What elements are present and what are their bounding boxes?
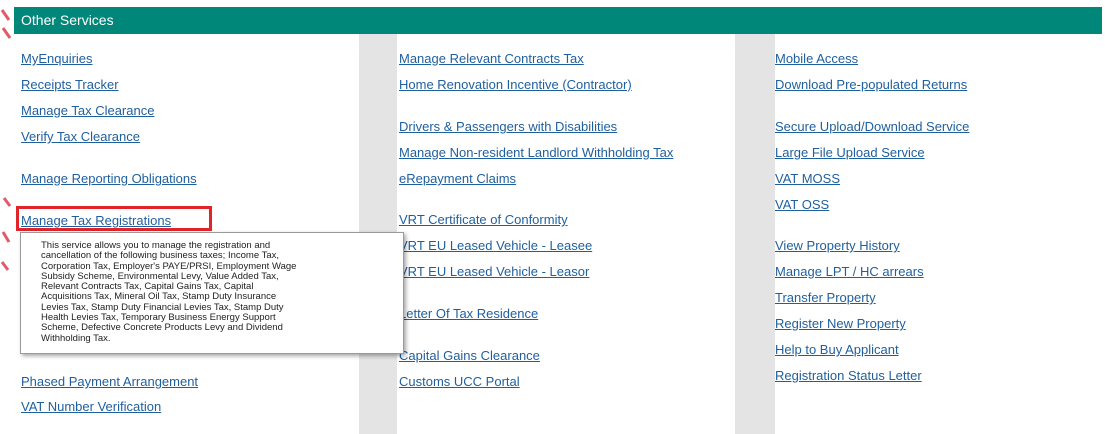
services-column-2: Manage Relevant Contracts Tax Home Renov… [397, 34, 735, 431]
link-myenquiries[interactable]: MyEnquiries [21, 51, 93, 67]
link-letter-of-tax-residence[interactable]: Letter Of Tax Residence [399, 306, 538, 322]
link-register-new-property[interactable]: Register New Property [775, 316, 906, 332]
services-column-3: Mobile Access Download Pre-populated Ret… [775, 34, 1102, 431]
link-drivers-passengers-disabilities[interactable]: Drivers & Passengers with Disabilities [399, 119, 617, 135]
tooltip-line: Withholding Tax. [41, 332, 111, 344]
link-erepayment-claims[interactable]: eRepayment Claims [399, 171, 516, 187]
link-capital-gains-clearance[interactable]: Capital Gains Clearance [399, 348, 540, 364]
link-secure-upload-download[interactable]: Secure Upload/Download Service [775, 119, 969, 135]
link-home-renovation-incentive[interactable]: Home Renovation Incentive (Contractor) [399, 77, 632, 93]
link-manage-tax-clearance[interactable]: Manage Tax Clearance [21, 103, 154, 119]
link-phased-payment-arrangement[interactable]: Phased Payment Arrangement [21, 374, 198, 390]
link-verify-tax-clearance[interactable]: Verify Tax Clearance [21, 129, 140, 145]
other-services-panel: Other Services MyEnquiries Receipts Trac… [14, 7, 1102, 434]
link-manage-relevant-contracts-tax[interactable]: Manage Relevant Contracts Tax [399, 51, 584, 67]
column-divider [735, 34, 775, 434]
tooltip-manage-tax-registrations: This service allows you to manage the re… [20, 232, 404, 354]
link-transfer-property[interactable]: Transfer Property [775, 290, 876, 306]
link-vat-oss[interactable]: VAT OSS [775, 197, 829, 213]
link-mobile-access[interactable]: Mobile Access [775, 51, 858, 67]
link-manage-reporting-obligations[interactable]: Manage Reporting Obligations [21, 171, 197, 187]
link-customs-ucc-portal[interactable]: Customs UCC Portal [399, 374, 520, 390]
link-registration-status-letter[interactable]: Registration Status Letter [775, 368, 922, 384]
link-download-prepopulated-returns[interactable]: Download Pre-populated Returns [775, 77, 967, 93]
link-manage-tax-registrations[interactable]: Manage Tax Registrations [21, 213, 171, 229]
link-vrt-eu-leased-leasor[interactable]: VRT EU Leased Vehicle - Leasor [399, 264, 589, 280]
link-vat-moss[interactable]: VAT MOSS [775, 171, 840, 187]
link-view-property-history[interactable]: View Property History [775, 238, 900, 254]
link-vrt-eu-leased-leasee[interactable]: VRT EU Leased Vehicle - Leasee [399, 238, 592, 254]
link-receipts-tracker[interactable]: Receipts Tracker [21, 77, 119, 93]
link-vrt-certificate-conformity[interactable]: VRT Certificate of Conformity [399, 212, 568, 228]
link-vat-number-verification[interactable]: VAT Number Verification [21, 399, 161, 415]
link-help-to-buy-applicant[interactable]: Help to Buy Applicant [775, 342, 899, 358]
link-large-file-upload[interactable]: Large File Upload Service [775, 145, 925, 161]
link-manage-lpt-hc-arrears[interactable]: Manage LPT / HC arrears [775, 264, 924, 280]
annotation-marks [0, 9, 12, 271]
link-manage-nonresident-landlord-wt[interactable]: Manage Non-resident Landlord Withholding… [399, 145, 673, 161]
panel-header: Other Services [14, 7, 1102, 34]
